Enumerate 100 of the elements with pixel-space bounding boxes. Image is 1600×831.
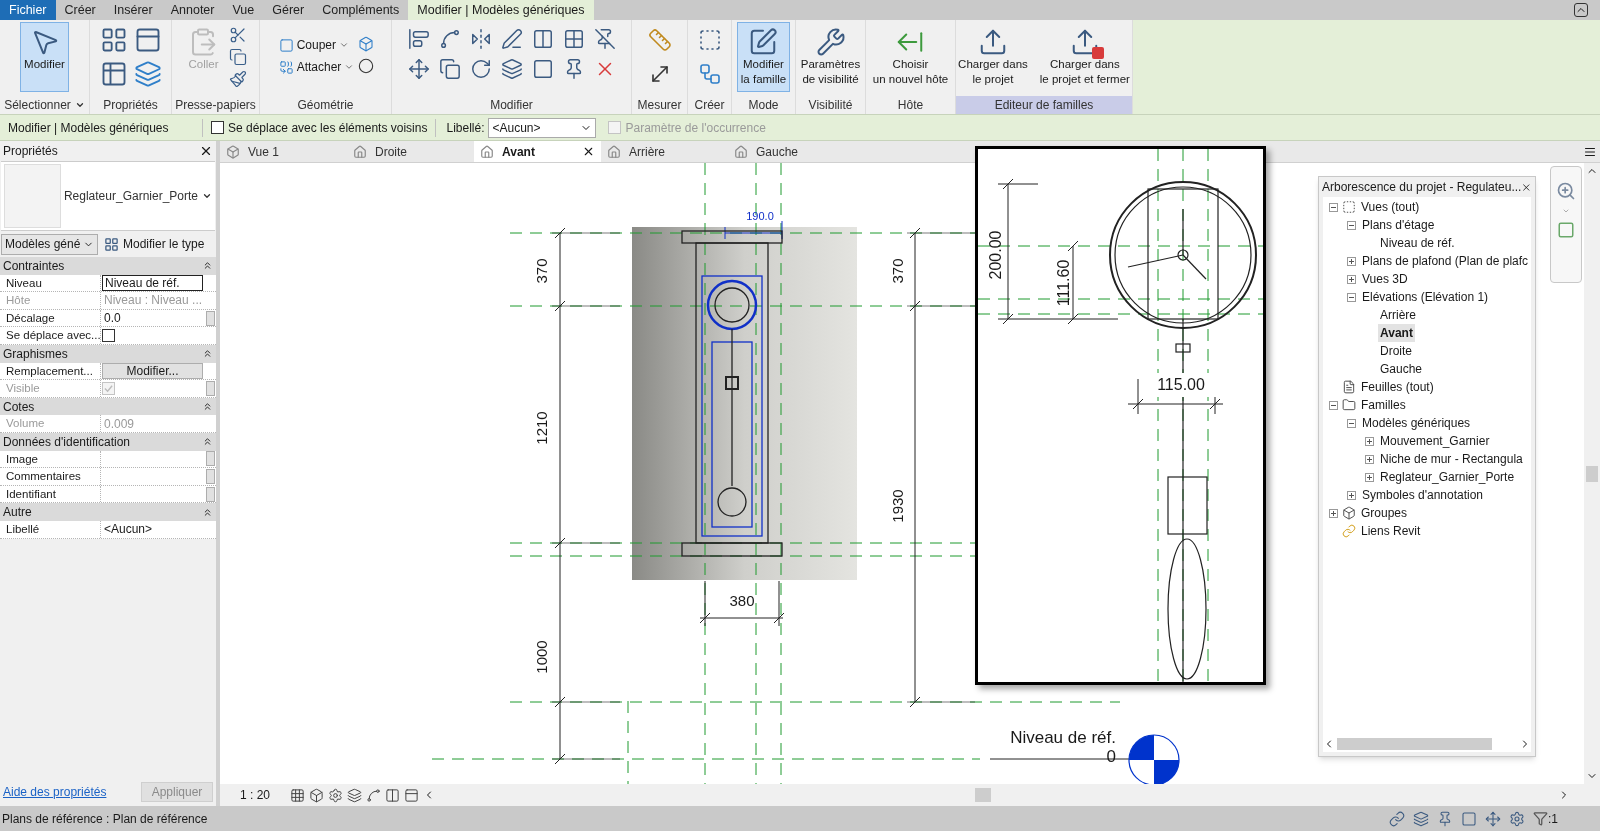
ribbon-small-button[interactable]: Attacher [278, 58, 355, 76]
expand-toggle[interactable] [1329, 508, 1338, 518]
tree-item[interactable]: Mouvement_Garnier [1378, 432, 1492, 450]
tree-item[interactable]: Avant [1378, 324, 1415, 342]
reference-plane-line[interactable] [978, 313, 1263, 315]
tree-item[interactable]: Familles [1359, 396, 1408, 414]
panel-label[interactable]: Sélectionner [0, 96, 89, 114]
zoom-region-icon[interactable] [1557, 221, 1575, 239]
tree-item[interactable]: Reglateur_Garnier_Porte [1378, 468, 1517, 486]
shadows-icon[interactable] [347, 787, 362, 803]
pencil-square-icon[interactable] [748, 27, 779, 57]
view-tab[interactable]: Gauche [728, 141, 855, 162]
tree-item[interactable]: Droite [1378, 342, 1414, 360]
menu-tab[interactable]: Vue [223, 0, 264, 20]
drag-icon[interactable] [1485, 810, 1501, 827]
reference-plane-line[interactable] [978, 298, 1263, 300]
link-select-icon[interactable] [1389, 810, 1405, 827]
category-dropdown[interactable]: Modèles géné [1, 233, 98, 255]
ribbon-button[interactable]: Paramètres de visibilité [796, 22, 865, 92]
detail-level-icon[interactable] [290, 787, 305, 803]
expand-toggle[interactable] [1347, 274, 1356, 284]
scrollbar-thumb[interactable] [1337, 738, 1492, 750]
tree-item[interactable]: Groupes [1359, 504, 1410, 522]
join-geometry-icon[interactable] [278, 59, 294, 75]
box-icon[interactable] [358, 36, 375, 52]
tree-item[interactable]: Symboles d'annotation [1360, 486, 1486, 504]
tree-item[interactable]: Gauche [1378, 360, 1425, 378]
minimize-ribbon-icon[interactable] [1574, 3, 1588, 17]
close-icon[interactable] [582, 145, 595, 158]
tree-item[interactable]: Liens Revit [1359, 522, 1423, 540]
sheet-icon[interactable] [1342, 380, 1356, 394]
ribbon-button[interactable]: Modifier [20, 22, 69, 92]
expand-toggle[interactable] [1347, 292, 1356, 302]
checkbox[interactable] [211, 121, 224, 134]
crop-icon[interactable] [385, 787, 400, 803]
tree-item[interactable]: Niveau de réf. [1378, 234, 1457, 252]
help-link[interactable]: Aide des propriétés [3, 783, 107, 801]
expand-toggle[interactable] [1329, 202, 1338, 212]
move-icon[interactable] [407, 58, 430, 80]
label-dropdown[interactable]: <Aucun> [488, 117, 597, 138]
cut-icon[interactable] [228, 26, 247, 44]
menu-tab[interactable]: Insérer [104, 0, 162, 20]
gear-icon[interactable] [1509, 810, 1525, 827]
expand-toggle[interactable] [1365, 472, 1374, 482]
align-icon[interactable] [407, 28, 430, 50]
scale-icon[interactable] [531, 58, 554, 80]
wrench-icon[interactable] [815, 27, 846, 57]
underlay-select-icon[interactable] [1413, 810, 1429, 827]
reference-plane-line[interactable] [978, 245, 1263, 247]
expand-toggle[interactable] [1347, 490, 1356, 500]
ribbon-button[interactable]: Modifier la famille [736, 22, 791, 92]
view-tab[interactable]: Droite [347, 141, 474, 162]
property-value[interactable]: 0.0 [102, 309, 123, 327]
tree-item[interactable]: Vues 3D [1360, 270, 1410, 288]
unpin-icon[interactable] [593, 28, 616, 50]
menu-tab[interactable]: Modifier | Modèles génériques [408, 0, 594, 20]
render-icon[interactable] [366, 787, 381, 803]
clock-detail-drawing[interactable] [1109, 181, 1257, 682]
offset-icon[interactable] [438, 28, 461, 50]
group-icon[interactable] [1342, 506, 1356, 520]
scrollbar-thumb[interactable] [1586, 465, 1598, 482]
view-tab[interactable]: Avant [474, 141, 601, 162]
brush-icon[interactable] [228, 70, 247, 88]
families-icon[interactable] [1342, 398, 1356, 412]
type-selector[interactable]: Reglateur_Garnier_Porte [63, 187, 215, 205]
mirror-axis-icon[interactable] [469, 28, 492, 50]
views-icon[interactable] [1342, 200, 1356, 214]
ruler-icon[interactable] [647, 28, 672, 52]
dimension-line[interactable] [1067, 240, 1079, 325]
expand-toggle[interactable] [1347, 418, 1356, 428]
close-icon[interactable] [199, 144, 213, 158]
split-icon[interactable] [531, 28, 554, 50]
ribbon-button[interactable]: Choisir un nouvel hôte [868, 22, 953, 92]
expand-toggle[interactable] [1329, 400, 1338, 410]
pinned-select-icon[interactable] [1437, 810, 1453, 827]
menu-tab[interactable]: Fichier [0, 0, 56, 20]
family-category-icon[interactable] [133, 60, 162, 88]
menu-tab[interactable]: Gérer [263, 0, 314, 20]
menu-tab[interactable]: Annoter [161, 0, 224, 20]
expand-toggle[interactable] [1365, 454, 1374, 464]
create-group-icon[interactable] [697, 28, 722, 52]
copy-icon[interactable] [438, 58, 461, 80]
ribbon-button[interactable]: Charger dans le projet [954, 22, 1032, 92]
copy-icon[interactable] [228, 48, 247, 66]
group-header[interactable]: Contraintes [0, 257, 216, 275]
tree-item[interactable]: Plans d'étage [1360, 216, 1437, 234]
view-tab[interactable]: Vue 1 [220, 141, 347, 162]
expand-toggle[interactable] [1347, 220, 1356, 230]
menu-tab[interactable]: Créer [55, 0, 105, 20]
menu-icon[interactable] [1584, 145, 1596, 158]
scale-label[interactable]: 1 : 20 [220, 786, 290, 804]
visual-style-icon[interactable] [309, 787, 324, 803]
expand-toggle[interactable] [1347, 256, 1356, 266]
filter-button[interactable]: :1 [1533, 809, 1558, 828]
view-tab[interactable]: Arrière [601, 141, 728, 162]
tree-item[interactable]: Feuilles (tout) [1359, 378, 1436, 396]
ribbon-button[interactable]: Charger dans le projet et fermer [1035, 22, 1134, 92]
checkbox[interactable] [102, 329, 115, 343]
tree-item[interactable]: Arrière [1378, 306, 1418, 324]
tree-item[interactable]: Modèles génériques [1360, 414, 1473, 432]
